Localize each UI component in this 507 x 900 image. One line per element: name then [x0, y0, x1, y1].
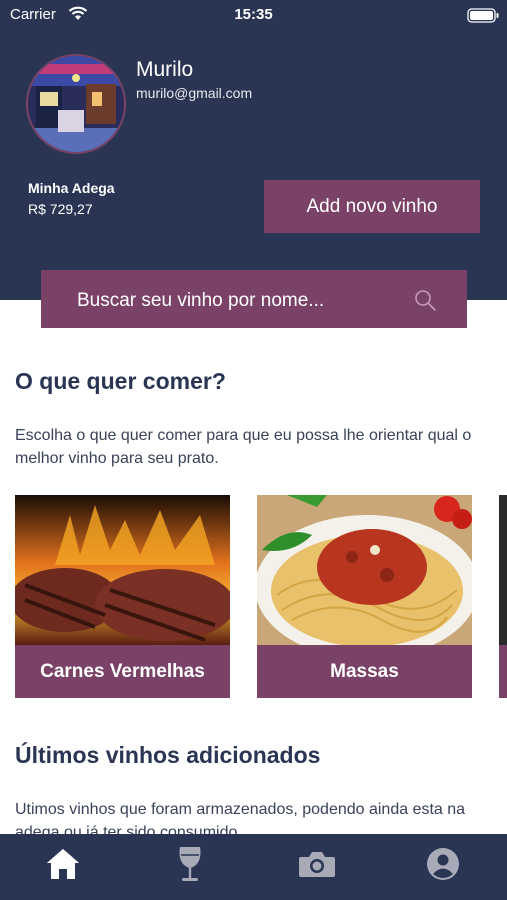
battery-icon [467, 8, 499, 27]
camera-icon [299, 852, 335, 877]
recent-section-title: Últimos vinhos adicionados [15, 742, 321, 768]
tab-camera[interactable] [295, 842, 339, 886]
food-card-partial[interactable] [499, 495, 507, 698]
account-icon [427, 848, 459, 880]
food-card-pasta[interactable]: Massas [257, 495, 472, 698]
food-card-red-meat[interactable]: Carnes Vermelhas [15, 495, 230, 698]
status-bar: Carrier 15:35 [0, 0, 507, 30]
avatar[interactable] [26, 54, 126, 154]
food-card-label: Massas [257, 645, 472, 698]
search-icon[interactable] [413, 288, 437, 317]
wine-glass-icon [179, 847, 201, 881]
user-email: murilo@gmail.com [136, 85, 253, 101]
tab-home[interactable] [41, 842, 85, 886]
partial-card-image [499, 495, 507, 645]
recent-section-description: Utimos vinhos que foram armazenados, pod… [15, 801, 466, 834]
food-section-title: O que quer comer? [15, 368, 226, 394]
pasta-image [257, 495, 472, 645]
search-placeholder: Buscar seu vinho por nome... [77, 290, 325, 311]
clock: 15:35 [234, 6, 273, 23]
food-card-label: Carnes Vermelhas [15, 645, 230, 698]
tab-account[interactable] [421, 842, 465, 886]
cellar-value: R$ 729,27 [28, 201, 93, 217]
cellar-title: Minha Adega [28, 180, 115, 196]
user-name: Murilo [136, 58, 194, 81]
search-input[interactable]: Buscar seu vinho por nome... [41, 270, 467, 328]
tab-wines[interactable] [168, 842, 212, 886]
partial-card-label-bg [499, 645, 507, 698]
tab-bar [0, 834, 507, 900]
red-meat-image [15, 495, 230, 645]
home-icon [47, 849, 79, 879]
food-section-description: Escolha o que quer comer para que eu pos… [15, 427, 472, 467]
add-wine-button[interactable]: Add novo vinho [264, 180, 480, 233]
